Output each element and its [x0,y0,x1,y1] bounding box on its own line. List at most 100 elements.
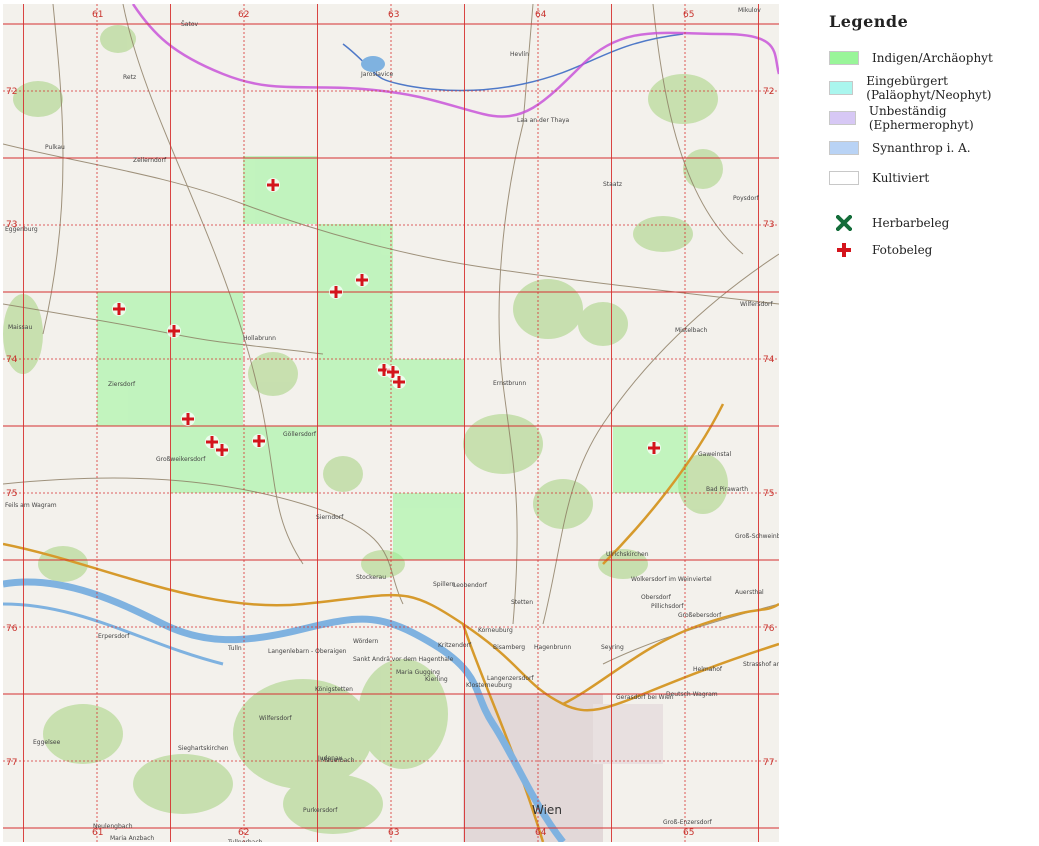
legend-item-herbarbeleg: Herbarbeleg [829,209,1034,236]
place-label: Wilfersdorf [740,301,773,308]
red-plus-icon [829,241,859,259]
place-label: Gaweinstal [698,451,732,458]
fotobeleg-marker [355,273,369,287]
legend-item-eingebuergert: Eingebürgert (Paläophyt/Neophyt) [829,73,1034,103]
grid-column-label: 64 [535,828,547,838]
legend-item-label: Herbarbeleg [872,215,950,230]
fotobeleg-marker [167,324,181,338]
evidence-legend: Herbarbeleg Fotobeleg [829,209,1034,263]
grid-row-label: 73 [763,220,774,230]
fotobeleg-marker [112,302,126,316]
legend-swatch [829,171,859,185]
place-label: Korneuburg [478,627,513,634]
fotobeleg-marker [266,178,280,192]
grid-column-label: 64 [535,10,547,20]
place-label: Hevlín [510,51,529,58]
place-label: Kierling [425,676,448,683]
place-label: Zellerndorf [133,157,167,164]
place-label: Purkersdorf [303,807,338,814]
grid-row-label: 77 [6,758,17,768]
place-label: Göllersdorf [283,431,317,438]
place-label: Langenlebarn - Oberaigen [268,648,347,655]
place-label: Seyring [601,644,624,651]
place-label: Erpersdorf [98,633,130,640]
place-label: Retz [123,74,136,81]
distribution-map[interactable]: 61 61 62 62 63 63 64 64 65 65 72 72 73 73 74 74 75 75 76 76… [3,4,779,842]
place-label: Sankt Andrä vor dem Hagenthale [353,656,454,663]
grid-column-label: 63 [388,10,399,20]
place-label: Mikulov [738,7,761,14]
grid-row-label: 74 [763,355,775,365]
place-label: Eggelsee [33,739,61,746]
place-label: Laa an der Thaya [517,117,570,124]
legend-swatch [829,51,859,65]
legend: Legende Indigen/Archäophyt Eingebürgert … [829,12,1034,263]
grid-column-label: 65 [683,828,694,838]
place-label: Poysdorf [733,195,760,202]
grid-row-label: 72 [6,87,17,97]
place-label: Helmahof [693,666,723,673]
legend-item-label: Kultiviert [872,171,930,185]
grid-column-label: 62 [238,828,249,838]
grid-column-label: 65 [683,10,694,20]
place-label: Maria Anzbach [110,835,154,842]
place-label: Jaroslavice [360,71,393,78]
legend-item-label: Eingebürgert (Paläophyt/Neophyt) [866,74,992,102]
place-label: Staatz [603,181,622,188]
place-label: Mauerbach [321,757,355,764]
place-label: Feils am Wagram [5,502,57,509]
legend-item-kultiviert: Kultiviert [829,163,1034,193]
legend-item-label: Synanthrop i. A. [872,141,971,155]
place-label: Groß-Enzersdorf [663,819,713,826]
grid-row-label: 76 [763,624,775,634]
place-label: Sierndorf [316,514,344,521]
legend-item-unbestaendig: Unbeständig (Ephermerophyt) [829,103,1034,133]
place-label: Tullnerbach [227,839,263,842]
grid-column-label: 63 [388,828,399,838]
grid-column-label: 61 [92,10,103,20]
grid-row-label: 72 [763,87,774,97]
place-label: Ulrichskirchen [606,551,649,558]
place-label: Langenzersdorf [487,675,535,682]
place-label: Neulengbach [93,823,133,830]
fotobeleg-marker [647,441,661,455]
place-label: Ziersdorf [108,381,136,388]
place-label: Eggenburg [5,226,38,233]
legend-item-indigen: Indigen/Archäophyt [829,43,1034,73]
grid-row-label: 75 [6,489,17,499]
place-label: Klosterneuburg [466,682,512,689]
legend-item-label: Indigen/Archäophyt [872,51,993,65]
place-label: Deutsch-Wagram [666,691,718,698]
legend-title: Legende [829,12,909,31]
place-label: Königstetten [315,686,353,693]
place-label: Pulkau [45,144,65,151]
legend-item-synanthrop: Synanthrop i. A. [829,133,1034,163]
vienna-urban-area [463,694,603,842]
legend-item-label: Fotobeleg [872,242,933,257]
place-label: Hagenbrunn [534,644,571,651]
place-label: Maissau [8,324,32,331]
fotobeleg-marker [392,375,406,389]
legend-swatch [829,141,859,155]
legend-swatch [829,111,856,125]
legend-item-label: Unbeständig (Ephermerophyt) [868,104,974,132]
place-label: Pillichsdorf [651,603,684,610]
legend-swatch [829,81,854,95]
fotobeleg-marker [181,412,195,426]
place-label: Leobendorf [453,582,488,589]
place-label: Hollabrunn [243,335,276,342]
grid-row-label: 76 [6,624,18,634]
map-svg: 6161626263636464656572 7273 7374 7475 7576 76… [3,4,779,842]
lake [361,56,385,72]
place-label: Großebersdorf [678,612,722,619]
place-label: Wördern [353,638,378,645]
place-label: Wilfersdorf [259,715,292,722]
fotobeleg-marker [215,443,229,457]
place-label: Tulln [227,645,242,652]
place-label: Sieghartskirchen [178,745,229,752]
grid-row-label: 74 [6,355,18,365]
place-label: Groß-Schweinbarth [735,533,779,540]
grid-column-label: 62 [238,10,249,20]
fotobeleg-marker [252,434,266,448]
green-x-icon [829,214,859,232]
